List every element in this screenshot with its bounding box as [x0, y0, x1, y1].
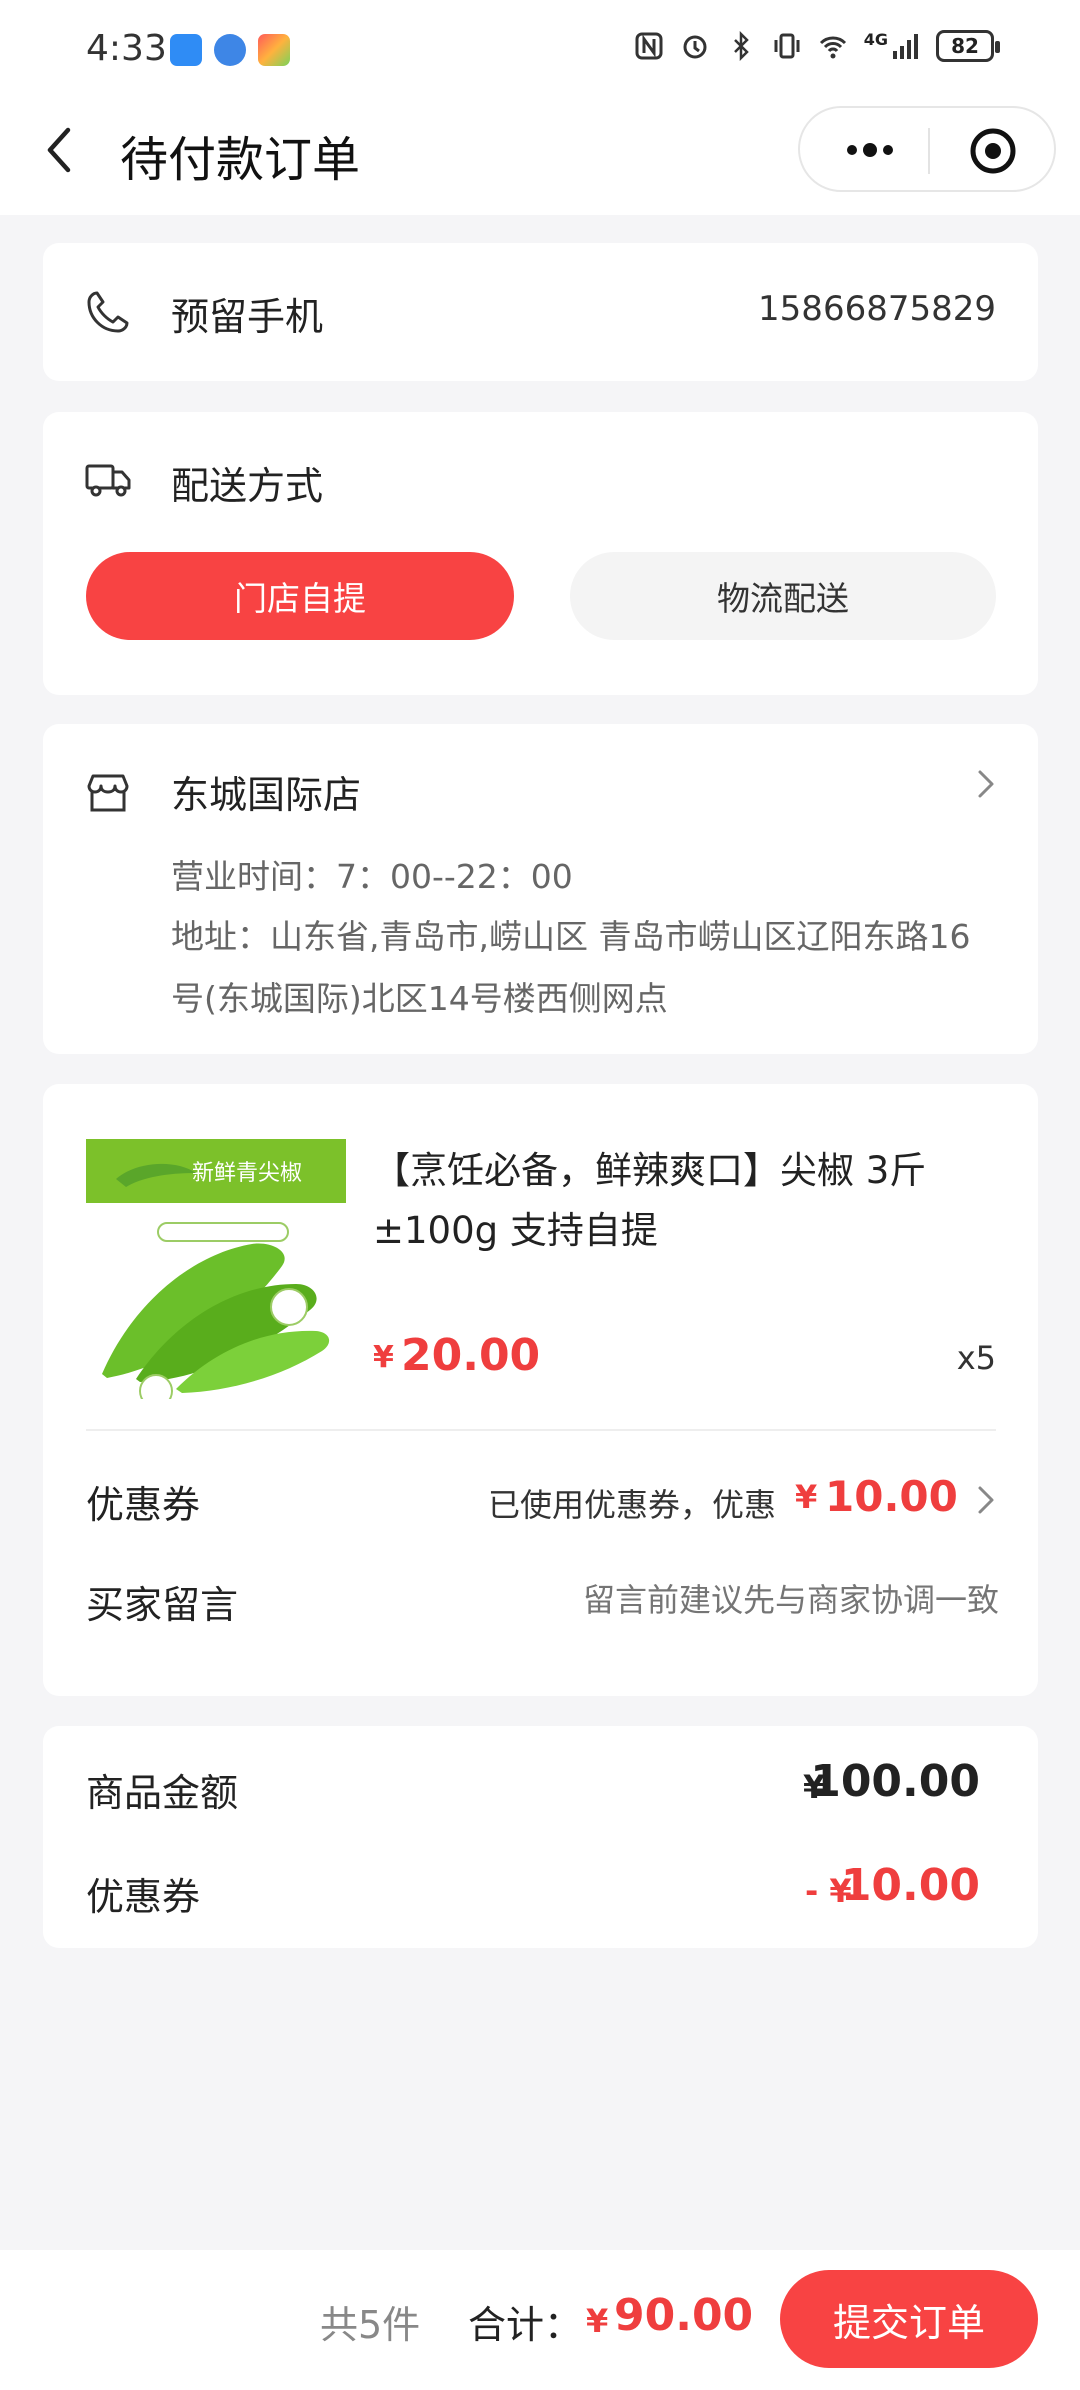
- total-amount: 90.00: [614, 2290, 754, 2341]
- status-time: 4:33: [86, 28, 167, 69]
- coupon-desc: 已使用优惠券，优惠: [488, 1486, 777, 1524]
- item-divider: [86, 1429, 996, 1431]
- coupon-amount: 10.00: [825, 1472, 958, 1521]
- amount-summary-card: 商品金额 ¥ 100.00 优惠券 - ¥ 10.00: [43, 1726, 1038, 1948]
- store-hours: 营业时间：7：00--22：00: [171, 857, 573, 896]
- checkout-bar: 共5件 合计： ¥ 90.00 提交订单: [0, 2250, 1080, 2390]
- order-items-card: 新鲜青尖椒 【烹饪必备，鲜辣爽口】尖椒 3斤 ±100g 支持自提 ¥ 20.0…: [43, 1084, 1038, 1696]
- nfc-icon: [635, 32, 663, 60]
- battery-indicator: 82: [936, 30, 1000, 62]
- goods-amount-value: 100.00: [810, 1756, 980, 1807]
- bluetooth-icon: [733, 31, 749, 61]
- coupon-chevron-icon: [978, 1486, 994, 1514]
- store-address-line2: 号(东城国际)北区14号楼西侧网点: [171, 979, 668, 1018]
- nav-bar: 待付款订单: [0, 100, 1080, 215]
- product-price-currency: ¥: [373, 1340, 394, 1375]
- phone-icon: [87, 291, 129, 333]
- mini-program-capsule: [798, 106, 1056, 192]
- browser-app-icon: [214, 34, 246, 66]
- coupon-currency: ¥: [795, 1478, 818, 1516]
- product-title-line2: ±100g 支持自提: [373, 1209, 658, 1252]
- total-currency: ¥: [586, 2302, 609, 2340]
- summary-coupon-amount: 10.00: [840, 1860, 980, 1911]
- product-image[interactable]: 新鲜青尖椒: [86, 1139, 346, 1399]
- page-title: 待付款订单: [120, 132, 361, 188]
- status-icons: 4G 82: [634, 29, 1000, 62]
- store-app-icon: [258, 34, 290, 66]
- store-pickup-button[interactable]: 门店自提: [86, 552, 514, 640]
- alarm-icon: [683, 35, 707, 59]
- phone-card[interactable]: 预留手机 15866875829: [43, 243, 1038, 381]
- store-card[interactable]: 东城国际店 营业时间：7：00--22：00 地址：山东省,青岛市,崂山区 青岛…: [43, 724, 1038, 1054]
- phone-label: 预留手机: [171, 295, 324, 339]
- goods-amount-label: 商品金额: [86, 1771, 239, 1815]
- buyer-message-label: 买家留言: [86, 1583, 239, 1627]
- product-price: 20.00: [401, 1330, 541, 1381]
- coupon-label: 优惠券: [86, 1483, 201, 1527]
- logistics-delivery-button[interactable]: 物流配送: [570, 552, 996, 640]
- weather-app-icon: [170, 34, 202, 66]
- store-icon: [87, 774, 129, 812]
- capsule-divider: [928, 128, 930, 174]
- store-address-line1: 地址：山东省,青岛市,崂山区 青岛市崂山区辽阳东路16: [171, 917, 971, 956]
- buyer-message-input[interactable]: [513, 1572, 999, 1628]
- truck-icon: [85, 464, 131, 497]
- pepper-illustration: [102, 1163, 330, 1399]
- item-count: 共5件: [320, 2303, 421, 2347]
- vibrate-icon: [774, 33, 800, 59]
- coupon-row[interactable]: 优惠券 已使用优惠券，优惠 ¥ 10.00: [43, 1454, 1038, 1544]
- submit-order-button[interactable]: 提交订单: [780, 2270, 1038, 2368]
- close-target-icon[interactable]: [968, 126, 1018, 176]
- more-icon[interactable]: [840, 128, 900, 172]
- chevron-right-icon: [978, 770, 994, 798]
- product-title-line1: 【烹饪必备，鲜辣爽口】尖椒 3斤: [373, 1149, 927, 1192]
- product-quantity: x5: [956, 1339, 996, 1377]
- status-bar: 4:33 4G 82: [0, 0, 1080, 100]
- total-label: 合计：: [468, 2303, 583, 2347]
- wifi-icon: [819, 36, 846, 59]
- network-type: 4G: [863, 29, 888, 49]
- phone-value: 15866875829: [758, 289, 996, 329]
- store-name: 东城国际店: [171, 773, 362, 817]
- signal-icon: [893, 34, 918, 59]
- delivery-card: 配送方式 门店自提 物流配送: [43, 412, 1038, 695]
- delivery-label: 配送方式: [171, 464, 324, 508]
- summary-coupon-label: 优惠券: [86, 1875, 201, 1919]
- back-arrow-icon[interactable]: [40, 124, 80, 176]
- buyer-message-row: 买家留言: [43, 1554, 1038, 1644]
